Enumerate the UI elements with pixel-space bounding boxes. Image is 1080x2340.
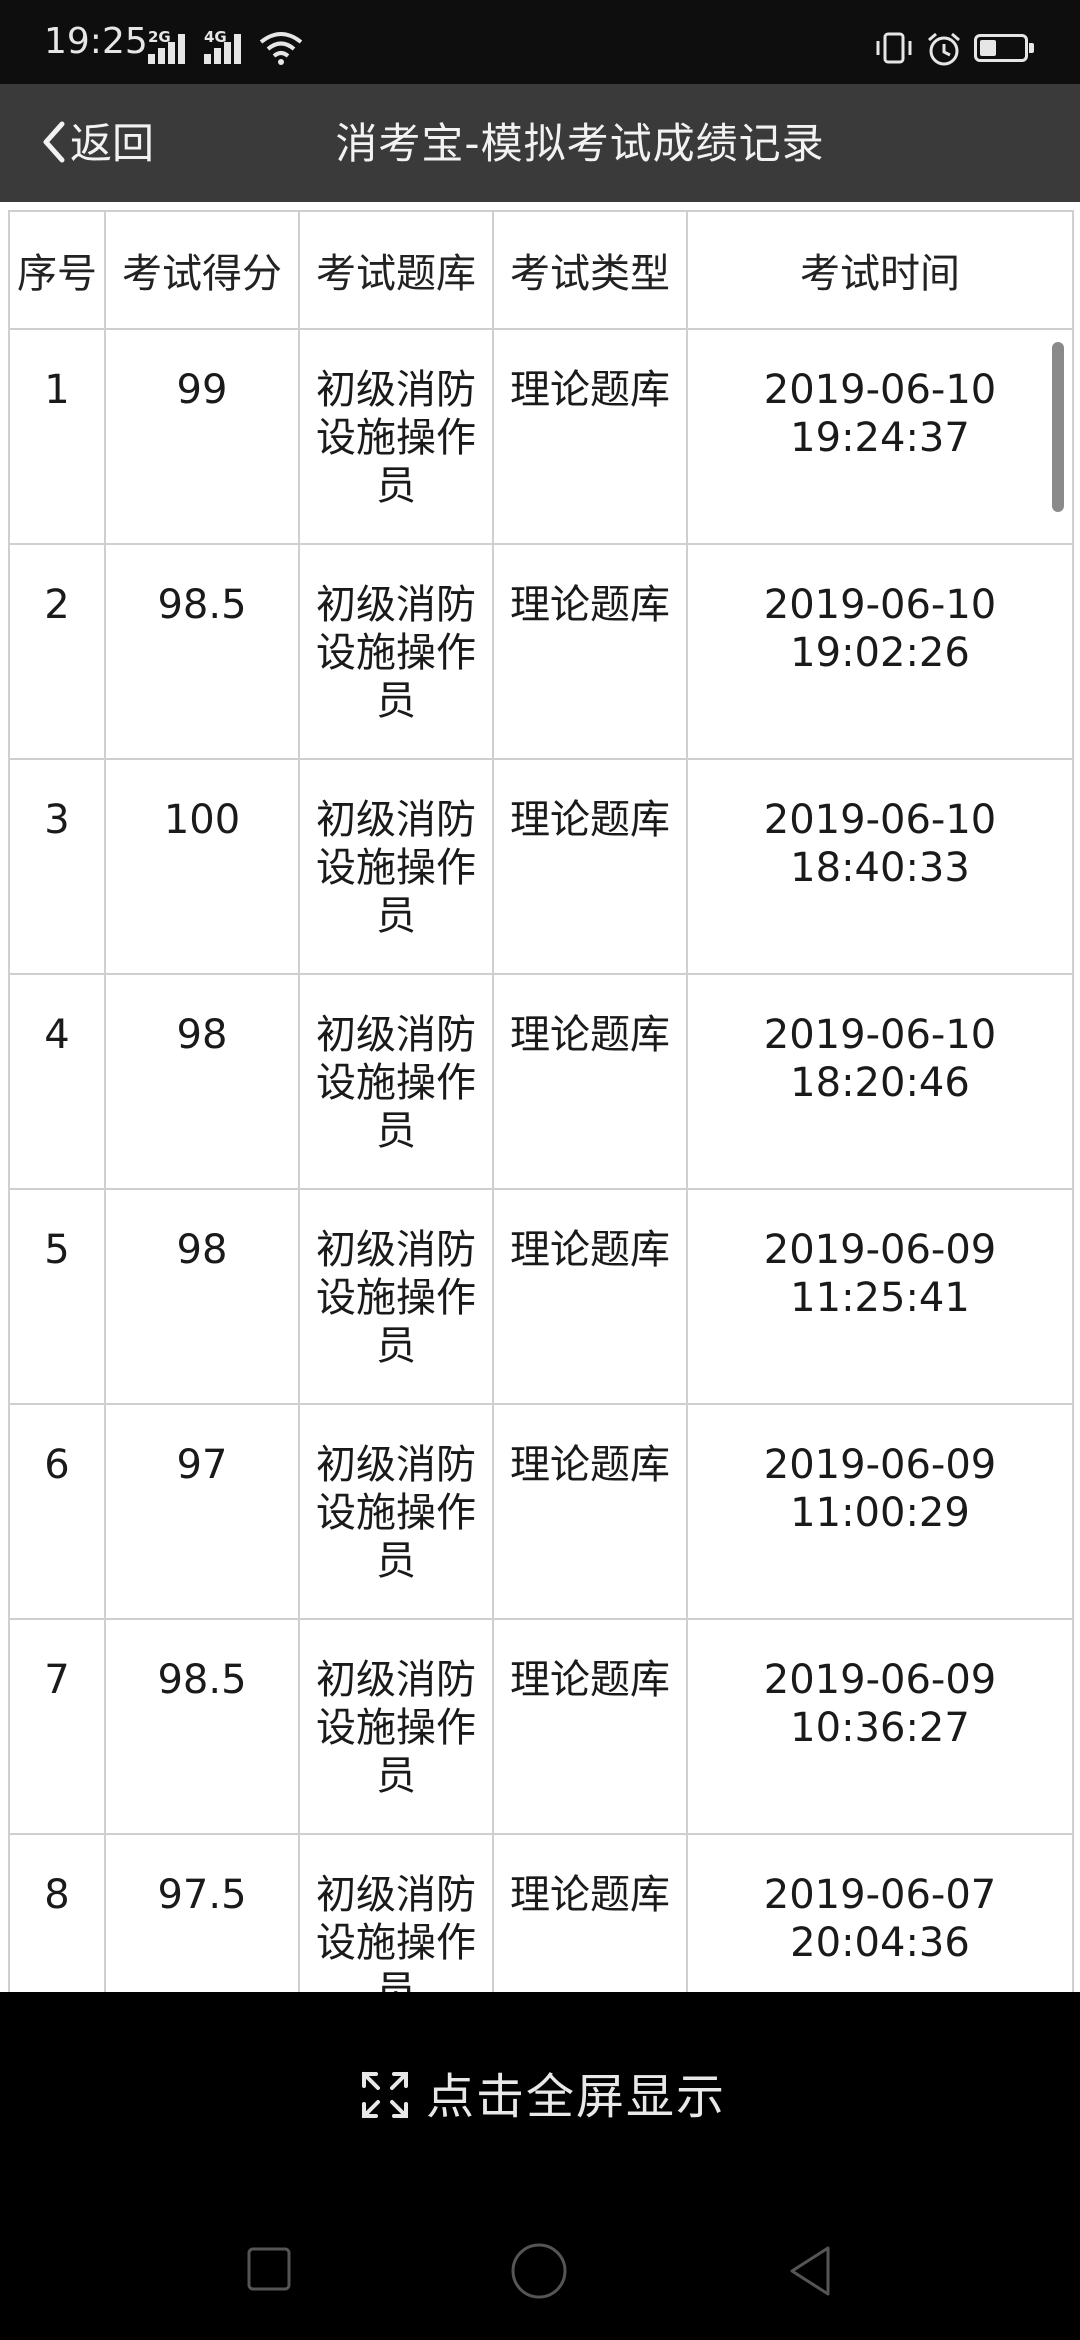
cell-date-text: 2019-06-10 bbox=[763, 797, 997, 843]
fullscreen-label: 点击全屏显示 bbox=[426, 2069, 727, 2125]
back-label: 返回 bbox=[70, 119, 155, 168]
cell-type: 理论题库 bbox=[492, 1618, 688, 1835]
cell-date-text: 2019-06-09 bbox=[763, 1227, 997, 1273]
table-row: 5 98 初级消防设施操作员 理论题库 2019-06-09 11:25:41 bbox=[8, 1188, 1074, 1405]
battery-icon bbox=[974, 34, 1034, 62]
cell-score: 100 bbox=[104, 758, 300, 975]
cell-no: 6 bbox=[8, 1403, 106, 1620]
back-triangle-icon[interactable] bbox=[786, 2244, 834, 2302]
cell-time: 2019-06-09 11:00:29 bbox=[686, 1403, 1074, 1620]
cell-type: 理论题库 bbox=[492, 1403, 688, 1620]
cell-type: 理论题库 bbox=[492, 758, 688, 975]
signal-icon bbox=[204, 34, 244, 64]
cell-no: 1 bbox=[8, 328, 106, 545]
cell-no: 4 bbox=[8, 973, 106, 1190]
cell-time-text: 11:25:41 bbox=[790, 1275, 970, 1321]
cell-time-text: 11:00:29 bbox=[790, 1490, 970, 1536]
expand-arrows-icon bbox=[360, 2070, 410, 2124]
table-row: 1 99 初级消防设施操作员 理论题库 2019-06-10 19:24:37 bbox=[8, 328, 1074, 545]
cell-score: 98 bbox=[104, 1188, 300, 1405]
cell-no: 2 bbox=[8, 543, 106, 760]
cell-no: 8 bbox=[8, 1833, 106, 1992]
exam-records-table: 序号 考试得分 考试题库 考试类型 考试时间 1 99 初级消防设施操作员 理论… bbox=[8, 210, 1074, 1992]
cell-no: 7 bbox=[8, 1618, 106, 1835]
table-row: 3 100 初级消防设施操作员 理论题库 2019-06-10 18:40:33 bbox=[8, 758, 1074, 975]
cell-bank: 初级消防设施操作员 bbox=[298, 1403, 494, 1620]
cell-bank: 初级消防设施操作员 bbox=[298, 1618, 494, 1835]
chevron-left-icon bbox=[40, 120, 66, 168]
cell-type: 理论题库 bbox=[492, 973, 688, 1190]
alarm-icon bbox=[926, 32, 962, 70]
cell-time: 2019-06-10 19:02:26 bbox=[686, 543, 1074, 760]
status-time: 19:25 bbox=[44, 21, 148, 62]
table-row: 8 97.5 初级消防设施操作员 理论题库 2019-06-07 20:04:36 bbox=[8, 1833, 1074, 1992]
column-header-time: 考试时间 bbox=[686, 210, 1074, 330]
cell-date-text: 2019-06-07 bbox=[763, 1872, 997, 1918]
cell-time: 2019-06-10 18:20:46 bbox=[686, 973, 1074, 1190]
cell-date-text: 2019-06-10 bbox=[763, 367, 997, 413]
column-header-no: 序号 bbox=[8, 210, 106, 330]
cell-bank: 初级消防设施操作员 bbox=[298, 1833, 494, 1992]
table-row: 6 97 初级消防设施操作员 理论题库 2019-06-09 11:00:29 bbox=[8, 1403, 1074, 1620]
column-header-type: 考试类型 bbox=[492, 210, 688, 330]
cell-score: 98.5 bbox=[104, 543, 300, 760]
table-row: 7 98.5 初级消防设施操作员 理论题库 2019-06-09 10:36:27 bbox=[8, 1618, 1074, 1835]
recent-apps-icon[interactable] bbox=[246, 2246, 292, 2296]
cell-bank: 初级消防设施操作员 bbox=[298, 328, 494, 545]
column-header-score: 考试得分 bbox=[104, 210, 300, 330]
page-title: 消考宝-模拟考试成绩记录 bbox=[335, 119, 825, 168]
cell-type: 理论题库 bbox=[492, 1188, 688, 1405]
column-header-bank: 考试题库 bbox=[298, 210, 494, 330]
vibrate-icon bbox=[872, 32, 916, 68]
cell-type: 理论题库 bbox=[492, 543, 688, 760]
table-row: 2 98.5 初级消防设施操作员 理论题库 2019-06-10 19:02:26 bbox=[8, 543, 1074, 760]
cell-date-text: 2019-06-10 bbox=[763, 1012, 997, 1058]
table-header-row: 序号 考试得分 考试题库 考试类型 考试时间 bbox=[8, 210, 1074, 330]
cell-time-text: 19:24:37 bbox=[790, 415, 970, 461]
status-bar: 19:25 2G 4G bbox=[0, 0, 1080, 84]
system-nav-bar bbox=[0, 2202, 1080, 2340]
cell-time: 2019-06-10 19:24:37 bbox=[686, 328, 1074, 545]
cell-type: 理论题库 bbox=[492, 1833, 688, 1992]
table-row: 4 98 初级消防设施操作员 理论题库 2019-06-10 18:20:46 bbox=[8, 973, 1074, 1190]
cell-date-text: 2019-06-09 bbox=[763, 1442, 997, 1488]
cell-time: 2019-06-09 11:25:41 bbox=[686, 1188, 1074, 1405]
scrollbar-thumb[interactable] bbox=[1052, 342, 1064, 512]
signal-icon bbox=[148, 34, 188, 64]
home-icon[interactable] bbox=[510, 2242, 568, 2304]
cell-time-text: 18:20:46 bbox=[790, 1060, 970, 1106]
cell-time-text: 19:02:26 bbox=[790, 630, 970, 676]
cell-bank: 初级消防设施操作员 bbox=[298, 973, 494, 1190]
cell-score: 98.5 bbox=[104, 1618, 300, 1835]
cell-time: 2019-06-07 20:04:36 bbox=[686, 1833, 1074, 1992]
cell-time-text: 20:04:36 bbox=[790, 1920, 970, 1966]
cell-time: 2019-06-10 18:40:33 bbox=[686, 758, 1074, 975]
cell-score: 97 bbox=[104, 1403, 300, 1620]
cell-score: 97.5 bbox=[104, 1833, 300, 1992]
cell-time-text: 10:36:27 bbox=[790, 1705, 970, 1751]
back-button[interactable]: 返回 bbox=[40, 114, 154, 174]
cell-no: 5 bbox=[8, 1188, 106, 1405]
cell-type: 理论题库 bbox=[492, 328, 688, 545]
cell-no: 3 bbox=[8, 758, 106, 975]
app-header: 返回 消考宝-模拟考试成绩记录 bbox=[0, 84, 1080, 202]
fullscreen-button[interactable]: 点击全屏显示 bbox=[360, 2064, 726, 2130]
cell-score: 98 bbox=[104, 973, 300, 1190]
records-table-container[interactable]: 序号 考试得分 考试题库 考试类型 考试时间 1 99 初级消防设施操作员 理论… bbox=[0, 202, 1080, 1992]
cell-bank: 初级消防设施操作员 bbox=[298, 1188, 494, 1405]
cell-score: 99 bbox=[104, 328, 300, 545]
cell-date-text: 2019-06-10 bbox=[763, 582, 997, 628]
fullscreen-bar: 点击全屏显示 bbox=[0, 1992, 1080, 2202]
cell-bank: 初级消防设施操作员 bbox=[298, 543, 494, 760]
wifi-icon bbox=[258, 30, 304, 70]
cell-time-text: 18:40:33 bbox=[790, 845, 970, 891]
cell-bank: 初级消防设施操作员 bbox=[298, 758, 494, 975]
cell-date-text: 2019-06-09 bbox=[763, 1657, 997, 1703]
cell-time: 2019-06-09 10:36:27 bbox=[686, 1618, 1074, 1835]
